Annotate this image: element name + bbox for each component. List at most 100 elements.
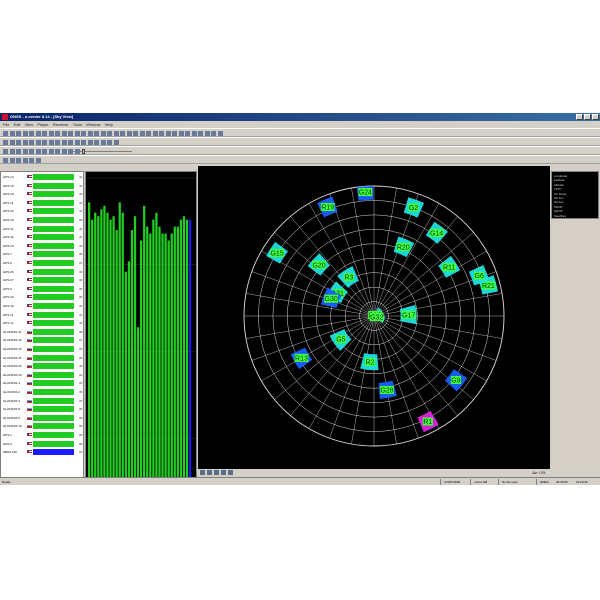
menu-player[interactable]: Player: [37, 121, 48, 128]
toolbar-button-icon[interactable]: [3, 131, 8, 136]
signal-list-item[interactable]: GPS 24 44: [2, 208, 84, 215]
maximize-button[interactable]: [584, 114, 591, 120]
rotate-icon[interactable]: [207, 470, 212, 475]
close-button[interactable]: [592, 114, 599, 120]
player-slider-thumb[interactable]: [82, 149, 85, 154]
toolbar-button-icon[interactable]: [16, 149, 21, 154]
toolbar-button-icon[interactable]: [87, 131, 93, 136]
satellite-label[interactable]: R13: [295, 355, 308, 362]
menu-help[interactable]: Help: [105, 121, 113, 128]
toolbar-button-icon[interactable]: [94, 140, 99, 145]
toolbar-button-icon[interactable]: [126, 131, 132, 136]
satellite-label[interactable]: G2: [409, 205, 418, 212]
toolbar-button-icon[interactable]: [42, 149, 47, 154]
signal-list-item[interactable]: GLONASS 2 35: [2, 389, 84, 395]
toolbar-button-icon[interactable]: [16, 131, 21, 136]
zoom-icon[interactable]: [200, 470, 205, 475]
satellite-label[interactable]: G20: [312, 262, 325, 269]
toolbar-button-icon[interactable]: [9, 149, 15, 154]
toolbar-button-icon[interactable]: [152, 131, 158, 136]
settings-icon[interactable]: [214, 470, 219, 475]
toolbar-button-icon[interactable]: [113, 140, 119, 145]
signal-list-item[interactable]: GLONASS 10 36: [2, 423, 84, 430]
toolbar-button-icon[interactable]: [29, 131, 34, 136]
satellite-label[interactable]: G14: [430, 230, 443, 237]
toolbar-button-icon[interactable]: [68, 149, 73, 154]
toolbar-button-icon[interactable]: [120, 131, 125, 136]
satellite-label[interactable]: G28: [380, 387, 393, 394]
signal-list-panel[interactable]: GPS 13 41 GPS 15 42 GPS 20 43 GPS 21 42 GPS 24 44…: [0, 171, 84, 485]
signal-list-item[interactable]: GLONASS 9 38: [2, 414, 84, 421]
signal-list-item[interactable]: GPS 1 30: [2, 432, 84, 438]
toolbar-button-icon[interactable]: [55, 131, 60, 136]
menu-receiver[interactable]: Receiver: [53, 121, 69, 128]
toolbar-button-icon[interactable]: [81, 131, 86, 136]
toolbar-button-icon[interactable]: [35, 149, 41, 154]
satellite-label[interactable]: R2: [365, 360, 374, 367]
print-icon[interactable]: [228, 470, 233, 475]
toolbar-button-icon[interactable]: [165, 131, 171, 136]
signal-list-item[interactable]: GLONASS 12 37: [2, 337, 84, 344]
signal-list-item[interactable]: GPS 19 39: [2, 294, 84, 301]
toolbar-button-icon[interactable]: [22, 149, 28, 154]
toolbar-button-icon[interactable]: [22, 131, 28, 136]
signal-list-item[interactable]: GPS 20 43: [2, 191, 84, 198]
satellite-label[interactable]: G15: [270, 251, 283, 258]
toolbar-button-icon[interactable]: [133, 131, 138, 136]
toolbar-button-icon[interactable]: [94, 131, 99, 136]
toolbar-button-icon[interactable]: [61, 131, 67, 136]
minimize-button[interactable]: [576, 114, 583, 120]
toolbar-button-icon[interactable]: [61, 149, 67, 154]
toolbar-button-icon[interactable]: [9, 140, 15, 145]
signal-list-item[interactable]: GPS 15 42: [2, 182, 84, 189]
satellite-label[interactable]: R3: [344, 275, 353, 282]
toolbar-button-icon[interactable]: [9, 131, 15, 136]
toolbar-button-icon[interactable]: [159, 131, 164, 136]
signal-list-item[interactable]: GPS 31 40: [2, 225, 84, 232]
menu-window[interactable]: Window: [86, 121, 100, 128]
menu-file[interactable]: File: [3, 121, 9, 128]
signal-list-item[interactable]: GLONASS 11 38: [2, 328, 84, 335]
toolbar-button-icon[interactable]: [68, 131, 73, 136]
satellite-label[interactable]: G9: [451, 378, 460, 385]
signal-list-item[interactable]: GPS 9 35: [2, 285, 84, 292]
signal-list-item[interactable]: GPS 6 37: [2, 260, 84, 266]
toolbar-button-icon[interactable]: [146, 131, 151, 136]
signal-list-item[interactable]: GPS 21 42: [2, 199, 84, 206]
toolbar-button-icon[interactable]: [55, 149, 60, 154]
signal-list-item[interactable]: GPS 11 41: [2, 311, 84, 318]
toolbar-button-icon[interactable]: [3, 149, 8, 154]
toolbar-button-icon[interactable]: [3, 158, 8, 163]
toolbar-button-icon[interactable]: [172, 131, 177, 136]
signal-list-item[interactable]: GLONASS 3 37: [2, 397, 84, 404]
menu-tools[interactable]: Tools: [73, 121, 82, 128]
menu-view[interactable]: View: [25, 121, 34, 128]
toolbar-button-icon[interactable]: [42, 140, 47, 145]
signal-list-item[interactable]: GPS 30 42: [2, 303, 84, 309]
toolbar-button-icon[interactable]: [191, 131, 197, 136]
satellite-label[interactable]: R20: [397, 244, 410, 251]
toolbar-button-icon[interactable]: [29, 140, 34, 145]
toolbar-button-icon[interactable]: [139, 131, 145, 136]
signal-list-item[interactable]: GPS 32 41: [2, 234, 84, 241]
toolbar-button-icon[interactable]: [198, 131, 203, 136]
satellite-label[interactable]: R19: [321, 204, 334, 211]
toolbar-button-icon[interactable]: [87, 140, 93, 145]
toolbar-button-icon[interactable]: [35, 131, 41, 136]
toolbar-button-icon[interactable]: [107, 131, 112, 136]
toolbar-button-icon[interactable]: [48, 131, 54, 136]
signal-list-item[interactable]: GPS 29 39: [2, 217, 84, 223]
toolbar-button-icon[interactable]: [48, 149, 54, 154]
toolbar-button-icon[interactable]: [217, 131, 223, 136]
signal-list-item[interactable]: GPS 12 40: [2, 320, 84, 327]
toolbar-button-icon[interactable]: [74, 140, 80, 145]
toolbar-button-icon[interactable]: [204, 131, 210, 136]
toolbar-button-icon[interactable]: [29, 158, 34, 163]
toolbar-button-icon[interactable]: [113, 131, 119, 136]
toolbar-button-icon[interactable]: [35, 140, 41, 145]
toolbar-button-icon[interactable]: [16, 158, 21, 163]
toolbar-button-icon[interactable]: [185, 131, 190, 136]
satellite-label[interactable]: G30: [325, 296, 338, 303]
signal-list-item[interactable]: GLONASS 23 34: [2, 371, 84, 378]
signal-list-item[interactable]: GLONASS 8 39: [2, 406, 84, 413]
